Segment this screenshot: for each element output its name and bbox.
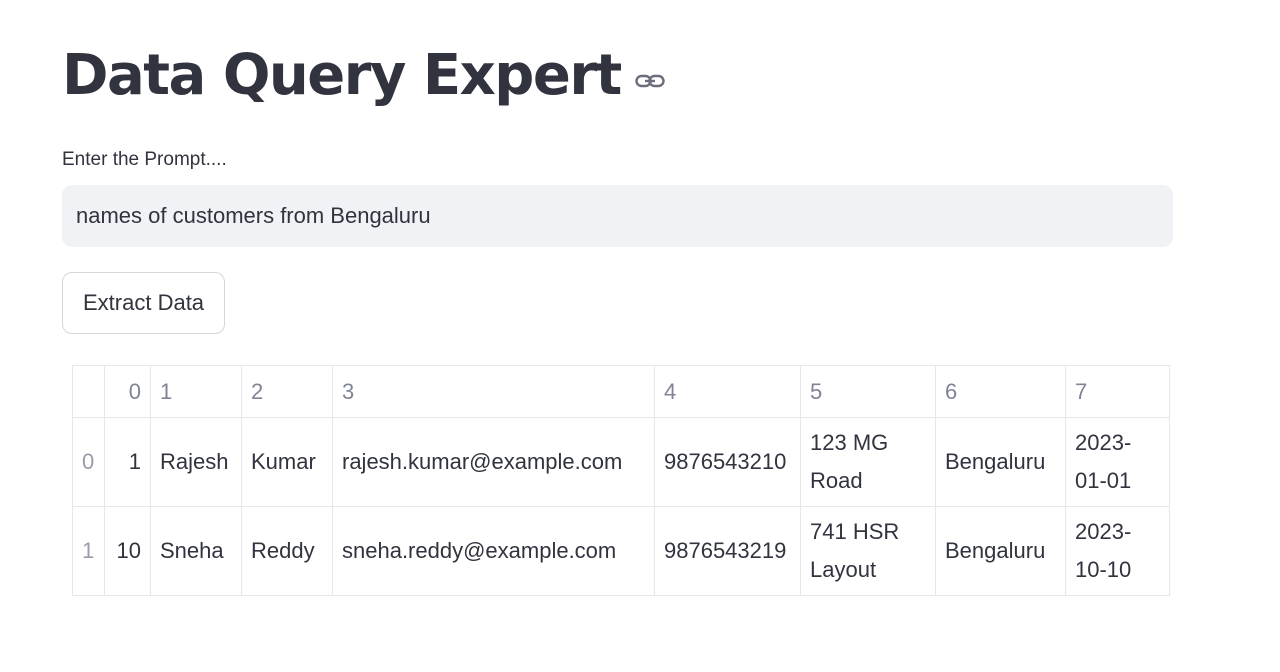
table-row: 0 1 Rajesh Kumar rajesh.kumar@example.co… [72, 417, 1170, 507]
table-header-cell[interactable]: 6 [935, 365, 1066, 418]
table-cell[interactable]: Bengaluru [935, 417, 1066, 507]
table-cell[interactable]: 123 MG Road [800, 417, 936, 507]
table-header-cell[interactable]: 1 [150, 365, 242, 418]
table-header-cell[interactable]: 7 [1065, 365, 1170, 418]
table-header-row: 0 1 2 3 4 5 6 7 [72, 365, 1170, 418]
table-header-cell[interactable]: 3 [332, 365, 655, 418]
table-cell[interactable]: Rajesh [150, 417, 242, 507]
table-cell[interactable]: Bengaluru [935, 506, 1066, 596]
table-header-cell[interactable]: 4 [654, 365, 801, 418]
table-row: 1 10 Sneha Reddy sneha.reddy@example.com… [72, 506, 1170, 596]
table-cell[interactable]: 2023-01-01 [1065, 417, 1170, 507]
page-title: Data Query Expert [62, 43, 622, 108]
prompt-input[interactable] [62, 185, 1173, 247]
table-cell[interactable]: 741 HSR Layout [800, 506, 936, 596]
table-header-cell[interactable]: 5 [800, 365, 936, 418]
table-header-cell[interactable]: 0 [104, 365, 151, 418]
table-cell[interactable]: sneha.reddy@example.com [332, 506, 655, 596]
table-header-cell[interactable]: 2 [241, 365, 333, 418]
table-cell[interactable]: rajesh.kumar@example.com [332, 417, 655, 507]
table-cell[interactable]: 9876543219 [654, 506, 801, 596]
title-row: Data Query Expert [62, 38, 665, 114]
prompt-label: Enter the Prompt.... [62, 149, 227, 170]
link-icon[interactable] [635, 71, 665, 91]
table-cell[interactable]: 2023-10-10 [1065, 506, 1170, 596]
table-cell[interactable]: Reddy [241, 506, 333, 596]
table-cell[interactable]: Sneha [150, 506, 242, 596]
extract-data-button[interactable]: Extract Data [62, 272, 226, 334]
row-index-cell: 0 [72, 417, 105, 507]
results-table: 0 1 2 3 4 5 6 7 0 1 Rajesh Kumar rajesh.… [72, 365, 1170, 596]
table-header-cell[interactable] [72, 365, 105, 418]
table-cell[interactable]: 10 [104, 506, 151, 596]
table-cell[interactable]: Kumar [241, 417, 333, 507]
row-index-cell: 1 [72, 506, 105, 596]
table-cell[interactable]: 1 [104, 417, 151, 507]
table-cell[interactable]: 9876543210 [654, 417, 801, 507]
